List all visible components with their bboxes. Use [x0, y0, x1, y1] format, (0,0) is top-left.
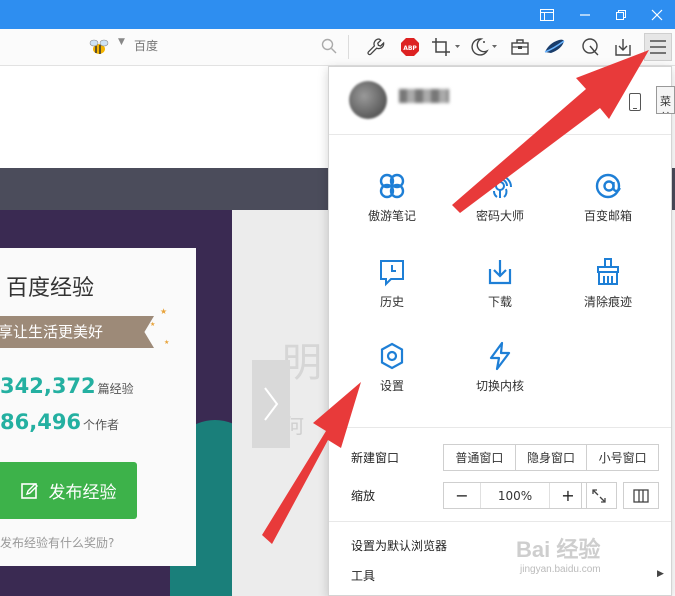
carousel-next-button[interactable] [252, 360, 290, 448]
fullscreen-button[interactable] [581, 482, 617, 509]
download-icon[interactable] [611, 35, 635, 59]
chevron-right-icon [264, 387, 279, 421]
search-engine-bee-icon[interactable] [88, 38, 110, 56]
wrench-icon[interactable] [364, 35, 388, 59]
minimize-icon [580, 13, 590, 16]
restore-icon [616, 9, 626, 20]
menu-account-header [329, 67, 671, 135]
new-window-options: 普通窗口 隐身窗口 小号窗口 [443, 444, 659, 471]
edit-icon [20, 482, 38, 499]
speed-icon[interactable] [542, 35, 566, 59]
maxnote-icon [379, 173, 405, 199]
svg-text:ABP: ABP [403, 45, 417, 52]
username-blurred[interactable] [399, 89, 449, 103]
zoom-control: − 100% + [443, 482, 587, 509]
hamburger-menu-icon [650, 40, 666, 54]
zoom-label: 缩放 [351, 489, 376, 503]
menu-button[interactable] [644, 33, 672, 61]
night-mode-icon[interactable] [467, 35, 499, 59]
toolbar-divider [348, 35, 349, 59]
zoom-out-button[interactable]: − [444, 483, 480, 508]
chevron-down-icon[interactable]: ▼ [118, 37, 125, 47]
menu-divider [329, 521, 671, 522]
card-title: 百度经验 [6, 276, 95, 301]
zoom-level: 100% [480, 483, 550, 508]
browser-main-menu: 傲游笔记 密码大师 百变邮箱 历史 下载 清除痕迹 设置 切换内核 新建窗口 普… [328, 66, 672, 596]
baidu-jingyan-card: 百度经验 享让生活更美好 ★ ★ ★ 342,372 篇经验 86,496 个作者 … [0, 248, 196, 566]
menu-item-maxnote[interactable]: 傲游笔记 [337, 171, 447, 241]
screenshot-icon[interactable] [430, 35, 462, 59]
alt-account-window-button[interactable]: 小号窗口 [587, 445, 658, 470]
publish-experience-button[interactable]: 发布经验 [0, 462, 137, 519]
star-decoration-icon: ★ ★ ★ [150, 307, 169, 346]
menu-item-settings[interactable]: 设置 [337, 341, 447, 411]
download-icon [488, 260, 512, 285]
search-icon[interactable] [321, 38, 337, 54]
tools-item[interactable]: 工具 [351, 567, 375, 584]
password-master-icon [488, 175, 512, 198]
avatar[interactable] [349, 81, 387, 119]
restore-button[interactable] [602, 0, 640, 29]
sidebar-toggle-button[interactable] [528, 0, 566, 29]
toolbox-icon[interactable] [508, 35, 532, 59]
menu-item-mail[interactable]: 百变邮箱 [553, 171, 663, 241]
svg-text:★: ★ [150, 321, 155, 328]
menu-tooltip: 菜单 [656, 86, 675, 114]
clear-traces-icon [597, 258, 619, 285]
settings-gear-icon [380, 342, 404, 370]
close-icon [651, 9, 663, 20]
close-button[interactable] [638, 0, 675, 29]
adblock-plus-icon[interactable]: ABP [398, 35, 422, 59]
switch-engine-icon [489, 341, 511, 371]
author-count: 86,496 个作者 [0, 410, 120, 434]
menu-item-download[interactable]: 下载 [445, 257, 555, 327]
column-layout-button[interactable] [623, 482, 659, 509]
menu-item-password-master[interactable]: 密码大师 [445, 171, 555, 241]
new-window-label: 新建窗口 [351, 451, 400, 465]
slogan-ribbon: 享让生活更美好 [0, 316, 154, 348]
history-icon [380, 260, 404, 287]
svg-text:★: ★ [164, 339, 169, 346]
columns-icon [633, 488, 649, 503]
toolbar: ▼ ABP [0, 29, 675, 66]
set-default-browser-item[interactable]: 设置为默认浏览器 [351, 537, 447, 554]
incognito-window-button[interactable]: 隐身窗口 [516, 445, 588, 470]
mail-icon [595, 173, 621, 199]
title-bar [0, 0, 675, 29]
search-input[interactable] [134, 33, 344, 59]
svg-text:★: ★ [160, 307, 167, 316]
baidu-jingyan-watermark: Bai 经验 jingyan.baidu.com [516, 537, 601, 575]
sidebar-icon [540, 8, 554, 21]
menu-item-switch-engine[interactable]: 切换内核 [445, 341, 555, 411]
menu-item-clear-traces[interactable]: 清除痕迹 [553, 257, 663, 327]
minimize-button[interactable] [566, 0, 604, 29]
menu-divider [329, 427, 671, 428]
feedback-icon[interactable] [578, 35, 602, 59]
fullscreen-icon [592, 488, 606, 503]
normal-window-button[interactable]: 普通窗口 [444, 445, 516, 470]
experience-count: 342,372 篇经验 [0, 374, 134, 398]
menu-item-history[interactable]: 历史 [337, 257, 447, 327]
reward-link[interactable]: 发布经验有什么奖励? [0, 534, 114, 551]
phone-sync-icon[interactable] [629, 93, 641, 111]
